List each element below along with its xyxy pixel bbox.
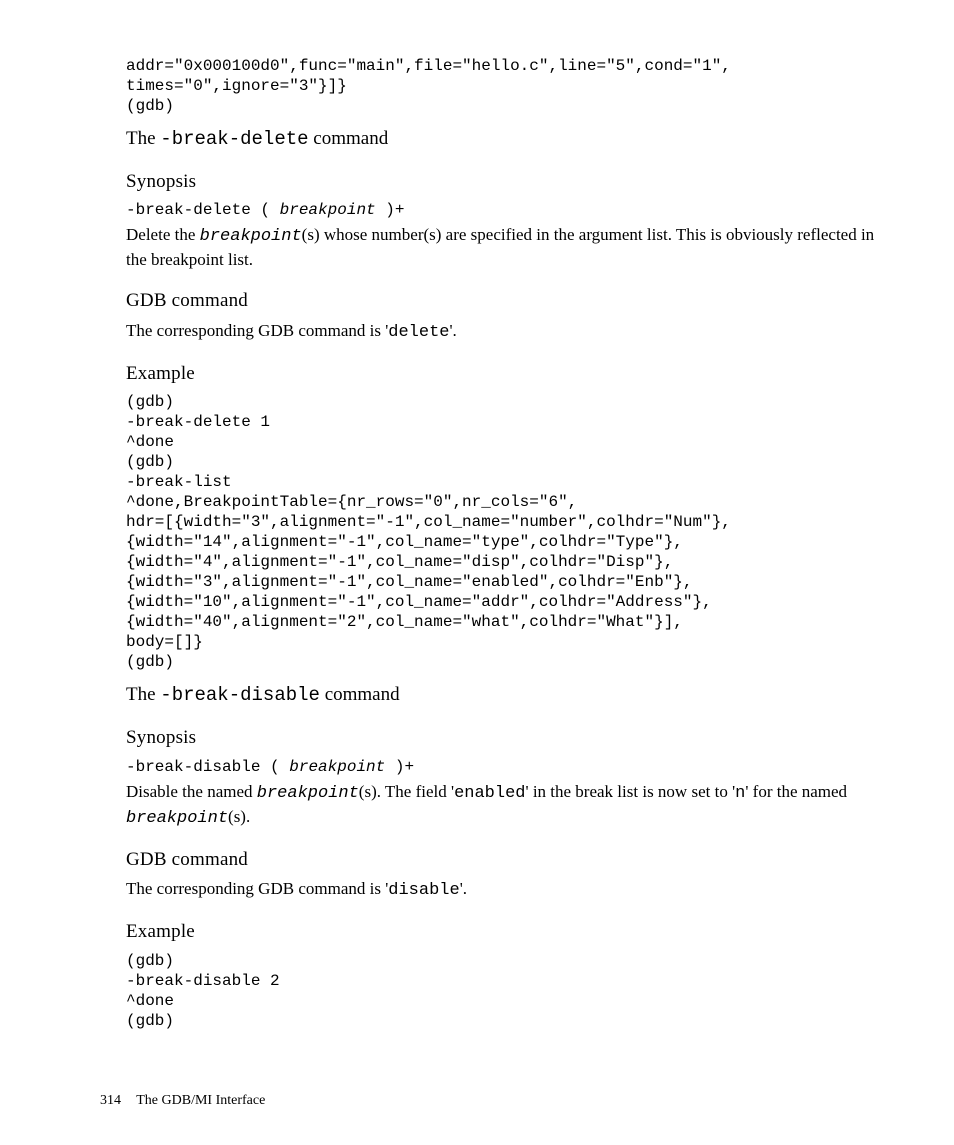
gdb-command-description: The corresponding GDB command is 'disabl… bbox=[126, 878, 876, 903]
synopsis-heading: Synopsis bbox=[126, 169, 876, 195]
syn-pre: -break-disable ( bbox=[126, 758, 289, 776]
title-command: -break-delete bbox=[160, 128, 308, 150]
desc-pre: Delete the bbox=[126, 225, 200, 244]
synopsis-description: Delete the breakpoint(s) whose number(s)… bbox=[126, 224, 876, 272]
gdb-cmd: disable bbox=[388, 881, 459, 900]
gdb-post: '. bbox=[460, 879, 467, 898]
title-word-the: The bbox=[126, 128, 160, 149]
gdb-post: '. bbox=[449, 321, 456, 340]
d2-arg2: breakpoint bbox=[126, 809, 228, 828]
d2-mid1: (s). The field ' bbox=[359, 782, 454, 801]
gdb-cmd: delete bbox=[388, 323, 449, 342]
d2-post: (s). bbox=[228, 807, 250, 826]
d2-pre: Disable the named bbox=[126, 782, 257, 801]
gdb-command-heading: GDB command bbox=[126, 288, 876, 314]
title-word-command: command bbox=[320, 684, 400, 705]
d2-n: n bbox=[735, 784, 745, 803]
d2-mid3: ' for the named bbox=[745, 782, 847, 801]
syn-pre: -break-delete ( bbox=[126, 201, 280, 219]
d2-field: enabled bbox=[454, 784, 525, 803]
example-heading: Example bbox=[126, 361, 876, 387]
gdb-command-heading: GDB command bbox=[126, 847, 876, 873]
synopsis-heading: Synopsis bbox=[126, 725, 876, 751]
synopsis-code: -break-delete ( breakpoint )+ bbox=[126, 200, 876, 220]
synopsis-description: Disable the named breakpoint(s). The fie… bbox=[126, 781, 876, 831]
syn-post: )+ bbox=[376, 201, 405, 219]
syn-arg: breakpoint bbox=[289, 758, 385, 776]
gdb-command-description: The corresponding GDB command is 'delete… bbox=[126, 320, 876, 345]
d2-arg1: breakpoint bbox=[257, 784, 359, 803]
example-heading: Example bbox=[126, 919, 876, 945]
desc-arg: breakpoint bbox=[200, 227, 302, 246]
gdb-pre: The corresponding GDB command is ' bbox=[126, 879, 388, 898]
page-footer: 314 The GDB/MI Interface bbox=[100, 1092, 265, 1111]
top-code-fragment: addr="0x000100d0",func="main",file="hell… bbox=[126, 56, 876, 116]
section-title-break-delete: The -break-delete command bbox=[126, 126, 876, 153]
title-word-the: The bbox=[126, 684, 160, 705]
footer-title-sc: GDB/MI bbox=[162, 1093, 213, 1108]
page-number: 314 bbox=[100, 1093, 121, 1108]
example-code-block: (gdb) -break-delete 1 ^done (gdb) -break… bbox=[126, 392, 876, 672]
gdb-pre: The corresponding GDB command is ' bbox=[126, 321, 388, 340]
syn-arg: breakpoint bbox=[280, 201, 376, 219]
d2-mid2: ' in the break list is now set to ' bbox=[526, 782, 736, 801]
syn-post: )+ bbox=[385, 758, 414, 776]
title-command: -break-disable bbox=[160, 684, 320, 706]
section-title-break-disable: The -break-disable command bbox=[126, 682, 876, 709]
footer-title-post: Interface bbox=[212, 1093, 265, 1108]
example-code-block: (gdb) -break-disable 2 ^done (gdb) bbox=[126, 951, 876, 1031]
title-word-command: command bbox=[309, 128, 389, 149]
synopsis-code: -break-disable ( breakpoint )+ bbox=[126, 757, 876, 777]
footer-title-pre: The bbox=[136, 1093, 161, 1108]
